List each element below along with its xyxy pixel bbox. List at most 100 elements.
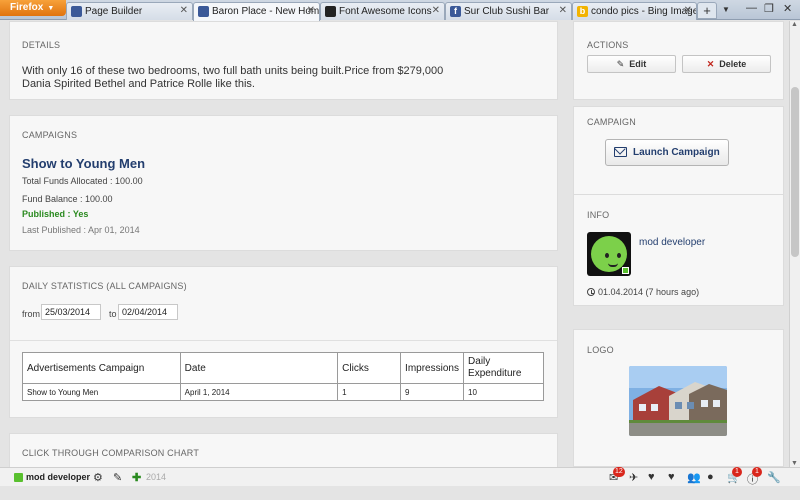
tab-label: Baron Place - New Home: [212, 6, 320, 17]
tab-bing-images[interactable]: b condo pics - Bing Images ✕: [572, 2, 697, 20]
scrollbar-thumb[interactable]: [791, 87, 799, 257]
tab-label: Sur Club Sushi Bar: [464, 6, 550, 17]
site-favicon-icon: [71, 6, 82, 17]
column-header: Clicks: [337, 352, 402, 384]
table-cell: 1: [337, 383, 402, 401]
clock-icon: [587, 288, 595, 296]
from-date-input[interactable]: [41, 304, 101, 320]
comparison-chart-panel: CLICK THROUGH COMPARISON CHART: [9, 433, 558, 467]
cart-count-badge: 1: [732, 467, 742, 477]
minimize-icon[interactable]: —: [746, 2, 757, 14]
compose-icon[interactable]: ✎: [113, 471, 122, 484]
online-status-icon: [622, 267, 629, 274]
group-icon[interactable]: 👥: [687, 471, 701, 484]
cart-icon[interactable]: 🛒 1: [727, 467, 742, 484]
column-header: Date: [179, 352, 339, 384]
townhouse-photo: [629, 366, 727, 436]
column-header: Advertisements Campaign: [22, 352, 181, 384]
tab-baron-place[interactable]: Baron Place - New Home ✕: [193, 2, 320, 21]
campaigns-panel: CAMPAIGNS Show to Young Men Total Funds …: [9, 115, 558, 251]
table-row: Show to Young Men April 1, 2014 1 9 10: [22, 383, 544, 401]
column-header: Daily Expenditure: [463, 352, 544, 384]
to-label: to: [109, 309, 117, 319]
close-icon[interactable]: ✕: [559, 5, 567, 16]
column-header: Impressions: [400, 352, 465, 384]
new-tab-button[interactable]: +: [697, 2, 717, 19]
launch-campaign-button[interactable]: Launch Campaign: [605, 139, 729, 166]
bing-favicon-icon: b: [577, 6, 588, 17]
last-published-text: Last Published : Apr 01, 2014: [22, 225, 140, 235]
tab-label: Font Awesome Icons: [339, 6, 432, 17]
browser-tab-bar: Firefox ▼ Page Builder ✕ Baron Place - Ne…: [0, 0, 800, 21]
actions-heading: ACTIONS: [587, 40, 629, 50]
close-icon[interactable]: ✕: [307, 5, 315, 16]
gear-icon[interactable]: ⚙: [93, 471, 103, 484]
heart-icon[interactable]: ♥: [648, 471, 655, 483]
close-icon[interactable]: ✕: [684, 5, 692, 16]
tab-page-builder[interactable]: Page Builder ✕: [66, 2, 193, 20]
details-panel: DETAILS With only 16 of these two bedroo…: [9, 21, 558, 100]
twitter-icon[interactable]: ✈: [629, 471, 638, 484]
vertical-scrollbar[interactable]: ▲ ▼: [789, 21, 800, 467]
edit-button-label: Edit: [629, 59, 647, 69]
fund-balance-text: Fund Balance : 100.00: [22, 194, 113, 204]
from-label: from: [22, 309, 40, 319]
tab-label: condo pics - Bing Images: [591, 6, 697, 17]
delete-button-label: Delete: [719, 59, 747, 69]
info-heading: INFO: [587, 210, 610, 220]
plus-icon: +: [703, 3, 711, 18]
close-icon[interactable]: ✕: [432, 5, 440, 16]
delete-x-icon: ✕: [706, 59, 715, 69]
details-heading: DETAILS: [22, 40, 61, 50]
chevron-down-icon: ▼: [47, 5, 55, 12]
details-likes: Dania Spirited Bethel and Patrice Rolle …: [22, 78, 255, 90]
firefox-menu-label: Firefox: [10, 2, 44, 13]
delete-button[interactable]: ✕ Delete: [682, 55, 771, 73]
scroll-up-icon[interactable]: ▲: [791, 21, 798, 28]
faded-date-text: 2014: [146, 472, 167, 482]
time-row: 01.04.2014 (7 hours ago): [587, 287, 699, 297]
online-status-icon: [14, 473, 23, 482]
browser-status-bar: [0, 487, 800, 500]
mail-count-badge: 12: [613, 467, 625, 477]
favorites-heart-icon[interactable]: ♥: [668, 471, 675, 483]
avatar[interactable]: [587, 232, 631, 276]
info-icon[interactable]: ⓘ 1: [747, 467, 762, 487]
tab-font-awesome[interactable]: Font Awesome Icons ✕: [320, 2, 445, 20]
campaign-side-heading: CAMPAIGN: [587, 117, 636, 127]
campaigns-heading: CAMPAIGNS: [22, 130, 78, 140]
table-cell: Show to Young Men: [22, 383, 181, 401]
wrench-icon[interactable]: 🔧: [767, 471, 781, 484]
table-cell: 9: [400, 383, 465, 401]
close-icon[interactable]: ✕: [180, 5, 188, 16]
envelope-icon: [614, 147, 627, 157]
details-description: With only 16 of these two bedrooms, two …: [22, 65, 444, 77]
total-funds-text: Total Funds Allocated : 100.00: [22, 176, 143, 186]
user-icon[interactable]: ●: [707, 471, 714, 483]
window-close-icon[interactable]: ✕: [783, 2, 792, 15]
mail-icon[interactable]: ✉ 12: [609, 467, 625, 484]
tab-label: Page Builder: [85, 6, 143, 17]
scroll-down-icon[interactable]: ▼: [791, 460, 798, 467]
alert-count-badge: 1: [752, 467, 762, 477]
bottom-toolbar: mod developer ⚙ ✎ ✚ 2014 ✉ 12 ✈ ♥ ♥ 👥 ● 🛒…: [0, 467, 800, 486]
section-divider: [10, 340, 557, 341]
maximize-icon[interactable]: ❐: [764, 2, 774, 15]
logo-image[interactable]: [629, 366, 727, 436]
logo-heading: LOGO: [587, 345, 614, 355]
add-icon[interactable]: ✚: [132, 471, 141, 484]
table-cell: April 1, 2014: [179, 383, 339, 401]
published-status: Published : Yes: [22, 209, 89, 219]
daily-statistics-heading: DAILY STATISTICS (ALL CAMPAIGNS): [22, 281, 187, 291]
avatar-mouth: [608, 263, 618, 267]
to-date-input[interactable]: [118, 304, 178, 320]
tab-sur-club[interactable]: f Sur Club Sushi Bar ✕: [445, 2, 572, 20]
toolbar-user-name[interactable]: mod developer: [26, 472, 90, 482]
site-favicon-icon: [198, 6, 209, 17]
edit-button[interactable]: ✎ Edit: [587, 55, 676, 73]
campaign-name-link[interactable]: Show to Young Men: [22, 156, 145, 171]
avatar-eyes: [605, 253, 621, 259]
list-all-tabs-icon[interactable]: ▼: [722, 5, 730, 14]
firefox-menu-button[interactable]: Firefox ▼: [0, 0, 66, 16]
user-name-link[interactable]: mod developer: [639, 237, 705, 248]
